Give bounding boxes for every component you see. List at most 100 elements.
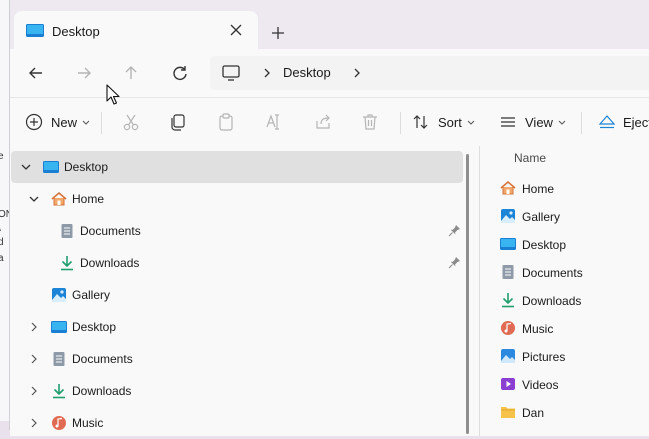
list-item-label: Downloads bbox=[522, 294, 582, 308]
content-pane: Name Home Gallery Desktop Documents Down… bbox=[480, 146, 649, 436]
cut-icon bbox=[123, 114, 139, 131]
music-icon bbox=[501, 321, 515, 335]
eject-label: Eject bbox=[623, 114, 649, 130]
paste-icon bbox=[219, 113, 233, 131]
tab-bar: Desktop bbox=[10, 0, 649, 49]
downloads-icon bbox=[61, 256, 73, 271]
chevron-right-icon[interactable] bbox=[262, 67, 272, 79]
list-item-videos[interactable]: Videos bbox=[498, 371, 649, 397]
eject-icon bbox=[598, 115, 616, 129]
copy-icon bbox=[171, 114, 185, 131]
nav-item-label: Documents bbox=[72, 352, 133, 366]
list-item-label: Home bbox=[522, 182, 555, 196]
nav-item-label: Downloads bbox=[80, 256, 140, 270]
nav-item-desktop[interactable]: Desktop bbox=[11, 151, 463, 183]
nav-item-downloads-pinned[interactable]: Downloads bbox=[11, 247, 463, 279]
pin-icon[interactable] bbox=[448, 224, 461, 237]
downloads-icon bbox=[502, 293, 514, 308]
breadcrumb-desktop[interactable]: Desktop bbox=[283, 65, 331, 80]
paste-button[interactable] bbox=[216, 110, 236, 134]
nav-item-label: Desktop bbox=[64, 160, 109, 174]
new-button[interactable]: New bbox=[25, 110, 91, 134]
column-header-name[interactable]: Name bbox=[514, 151, 546, 165]
up-arrow-icon[interactable] bbox=[120, 62, 142, 84]
nav-item-label: Downloads bbox=[72, 384, 132, 398]
sort-button[interactable]: Sort bbox=[412, 110, 476, 134]
nav-item-documents-pinned[interactable]: Documents bbox=[11, 215, 463, 247]
view-button[interactable]: View bbox=[499, 110, 567, 134]
nav-item-music[interactable]: Music bbox=[11, 407, 463, 439]
nav-item-label: Home bbox=[72, 192, 105, 206]
list-item-label: Music bbox=[522, 322, 554, 336]
background-text: d bbox=[0, 237, 4, 248]
sort-label: Sort bbox=[438, 114, 462, 130]
background-text: a bbox=[0, 253, 4, 264]
nav-item-gallery[interactable]: Gallery bbox=[11, 279, 463, 311]
list-item-label: Dan bbox=[522, 406, 545, 420]
home-icon bbox=[51, 191, 67, 206]
share-button[interactable] bbox=[313, 110, 333, 134]
divider bbox=[581, 112, 582, 134]
list-item-label: Gallery bbox=[522, 210, 561, 224]
list-item-pictures[interactable]: Pictures bbox=[498, 343, 649, 369]
folder-icon bbox=[501, 407, 515, 418]
nav-item-desktop-library[interactable]: Desktop bbox=[11, 311, 463, 343]
refresh-icon[interactable] bbox=[169, 62, 191, 84]
pin-icon[interactable] bbox=[448, 256, 461, 269]
chevron-right-icon[interactable] bbox=[29, 322, 39, 332]
chevron-right-icon[interactable] bbox=[29, 354, 39, 364]
rename-icon bbox=[266, 114, 279, 130]
music-icon bbox=[52, 416, 66, 430]
chevron-right-icon[interactable] bbox=[352, 67, 362, 79]
pictures-icon bbox=[501, 349, 515, 363]
nav-item-label: Desktop bbox=[72, 320, 117, 334]
delete-button[interactable] bbox=[360, 110, 380, 134]
rename-button[interactable] bbox=[264, 110, 284, 134]
list-item-gallery[interactable]: Gallery bbox=[498, 203, 649, 229]
mouse-cursor-icon bbox=[106, 84, 120, 105]
forward-arrow-icon[interactable] bbox=[73, 62, 95, 84]
navigation-pane: Desktop Home Documents Downloads Gallery… bbox=[10, 146, 480, 436]
nav-item-downloads[interactable]: Downloads bbox=[11, 375, 463, 407]
list-item-label: Desktop bbox=[522, 238, 567, 252]
nav-item-home[interactable]: Home bbox=[11, 183, 463, 215]
tab-desktop[interactable]: Desktop bbox=[14, 11, 258, 49]
gallery-icon bbox=[52, 288, 66, 302]
nav-item-label: Gallery bbox=[72, 288, 111, 302]
view-icon bbox=[501, 117, 515, 127]
list-item-label: Documents bbox=[522, 266, 583, 280]
chevron-right-icon[interactable] bbox=[29, 386, 39, 396]
chevron-down-icon[interactable] bbox=[29, 194, 39, 204]
chevron-down-icon bbox=[82, 120, 90, 125]
chevron-right-icon[interactable] bbox=[29, 418, 39, 428]
nav-pane-scrollbar[interactable] bbox=[466, 154, 469, 434]
plus-icon[interactable] bbox=[268, 23, 288, 43]
documents-icon bbox=[61, 224, 73, 238]
nav-item-documents[interactable]: Documents bbox=[11, 343, 463, 375]
divider bbox=[101, 112, 102, 134]
chevron-down-icon bbox=[467, 120, 475, 125]
list-item-music[interactable]: Music bbox=[498, 315, 649, 341]
list-item-home[interactable]: Home bbox=[498, 175, 649, 201]
list-item-documents[interactable]: Documents bbox=[498, 259, 649, 285]
new-plus-icon bbox=[25, 113, 43, 131]
list-item-downloads[interactable]: Downloads bbox=[498, 287, 649, 313]
address-bar[interactable]: Desktop bbox=[210, 56, 649, 90]
copy-button[interactable] bbox=[168, 110, 188, 134]
share-icon bbox=[316, 114, 330, 129]
list-item-label: Pictures bbox=[522, 350, 566, 364]
documents-icon bbox=[502, 265, 514, 279]
list-item-user-folder[interactable]: Dan bbox=[498, 399, 649, 425]
cut-button[interactable] bbox=[121, 110, 141, 134]
back-arrow-icon[interactable] bbox=[25, 62, 47, 84]
chevron-down-icon[interactable] bbox=[21, 162, 31, 172]
list-item-desktop[interactable]: Desktop bbox=[498, 231, 649, 257]
new-label: New bbox=[51, 114, 78, 130]
close-icon[interactable] bbox=[226, 20, 246, 40]
eject-button[interactable]: Eject bbox=[598, 110, 649, 134]
view-label: View bbox=[525, 114, 553, 130]
background-text: \ bbox=[0, 222, 1, 236]
desktop-folder-icon bbox=[26, 24, 44, 37]
desktop-folder-icon bbox=[500, 238, 516, 250]
chevron-down-icon bbox=[558, 120, 566, 125]
